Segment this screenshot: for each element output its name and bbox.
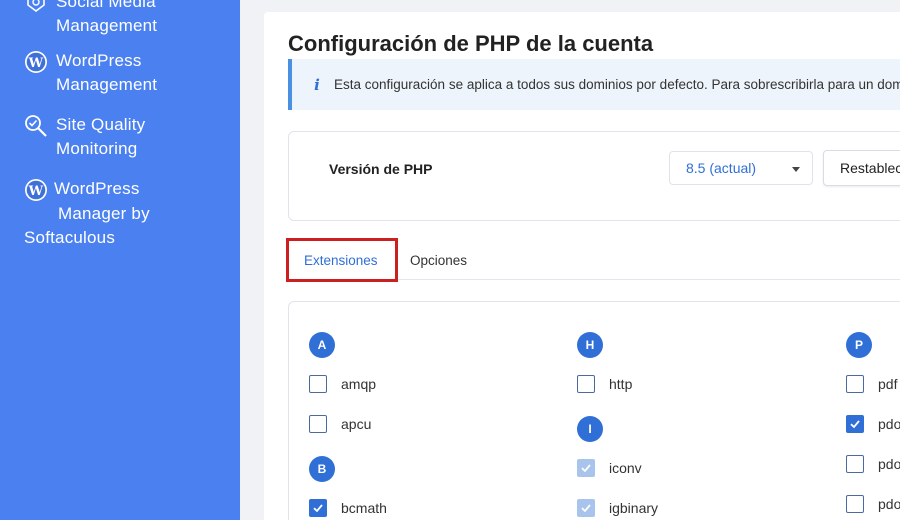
letter-badge-i: I <box>577 416 603 442</box>
extension-pdo-variant[interactable]: pdo_ <box>846 495 900 513</box>
extension-label: pdo_ <box>878 496 900 512</box>
tab-extensions[interactable]: Extensiones <box>304 240 378 280</box>
extension-igbinary: igbinary <box>577 499 658 517</box>
sidebar-item-wordpress-management[interactable]: W WordPress Management <box>24 49 157 97</box>
extension-label: igbinary <box>609 500 659 516</box>
php-version-select[interactable]: 8.5 (actual) <box>669 151 813 185</box>
reset-button[interactable]: Restablec <box>823 150 900 186</box>
svg-text:W: W <box>28 56 44 71</box>
svg-text:W: W <box>28 184 44 199</box>
sidebar-item-label: Social Media Management <box>56 0 158 35</box>
checkbox-checked[interactable] <box>309 499 327 517</box>
extension-pdo[interactable]: pdo <box>846 415 900 433</box>
checkbox[interactable] <box>309 375 327 393</box>
checkbox-checked-disabled <box>577 459 595 477</box>
social-media-icon <box>24 0 48 15</box>
letter-badge-p: P <box>846 332 872 358</box>
extension-label: iconv <box>609 460 642 476</box>
extension-label: pdo_ <box>878 456 900 472</box>
wordpress-icon: W <box>24 50 48 74</box>
sidebar-item-label: WordPress <box>54 179 140 198</box>
extension-label: pdf <box>878 376 898 392</box>
extension-http[interactable]: http <box>577 375 632 393</box>
extension-label: amqp <box>341 376 377 392</box>
letter-badge-b: B <box>309 456 335 482</box>
checkbox[interactable] <box>846 455 864 473</box>
extensions-card: A amqp apcu B bcmath H http I iconv igbi… <box>288 301 900 520</box>
php-version-label: Versión de PHP <box>329 161 433 177</box>
extension-bcmath[interactable]: bcmath <box>309 499 387 517</box>
php-version-card: Versión de PHP 8.5 (actual) Restablec <box>288 131 900 221</box>
info-text: Esta configuración se aplica a todos sus… <box>334 77 900 92</box>
chevron-down-icon <box>792 167 800 172</box>
letter-badge-a: A <box>309 332 335 358</box>
wordpress-icon: W <box>24 178 48 202</box>
sidebar-item-wordpress-softaculous[interactable]: W WordPress Manager by Softaculous <box>24 177 150 250</box>
sidebar-item-label: WordPress Management <box>56 51 158 94</box>
tab-bar: Extensiones Opciones <box>288 240 900 280</box>
site-quality-icon <box>24 114 48 138</box>
main-panel: Configuración de PHP de la cuenta i Esta… <box>264 12 900 520</box>
extension-label: http <box>609 376 633 392</box>
sidebar: Social Media Management W WordPress Manage… <box>0 0 240 520</box>
extension-label: bcmath <box>341 500 387 516</box>
sidebar-item-label: Softaculous <box>24 228 116 247</box>
checkbox[interactable] <box>309 415 327 433</box>
sidebar-item-label: Manager by <box>58 204 150 223</box>
extension-iconv: iconv <box>577 459 642 477</box>
extension-pdf[interactable]: pdf <box>846 375 897 393</box>
checkbox-checked-disabled <box>577 499 595 517</box>
info-icon: i <box>314 75 320 94</box>
php-version-value: 8.5 (actual) <box>686 160 757 176</box>
extension-pdo-variant[interactable]: pdo_ <box>846 455 900 473</box>
extension-apcu[interactable]: apcu <box>309 415 371 433</box>
sidebar-item-label: Site Quality Monitoring <box>56 115 146 158</box>
checkbox[interactable] <box>577 375 595 393</box>
checkbox[interactable] <box>846 375 864 393</box>
sidebar-item-social-media[interactable]: Social Media Management <box>24 0 157 38</box>
page-title: Configuración de PHP de la cuenta <box>288 31 654 56</box>
info-banner: i Esta configuración se aplica a todos s… <box>288 59 900 110</box>
tab-options[interactable]: Opciones <box>410 240 467 280</box>
checkbox[interactable] <box>846 495 864 513</box>
checkbox-checked[interactable] <box>846 415 864 433</box>
extension-amqp[interactable]: amqp <box>309 375 376 393</box>
letter-badge-h: H <box>577 332 603 358</box>
sidebar-item-site-quality[interactable]: Site Quality Monitoring <box>24 113 145 161</box>
extension-label: pdo <box>878 416 900 432</box>
extension-label: apcu <box>341 416 372 432</box>
